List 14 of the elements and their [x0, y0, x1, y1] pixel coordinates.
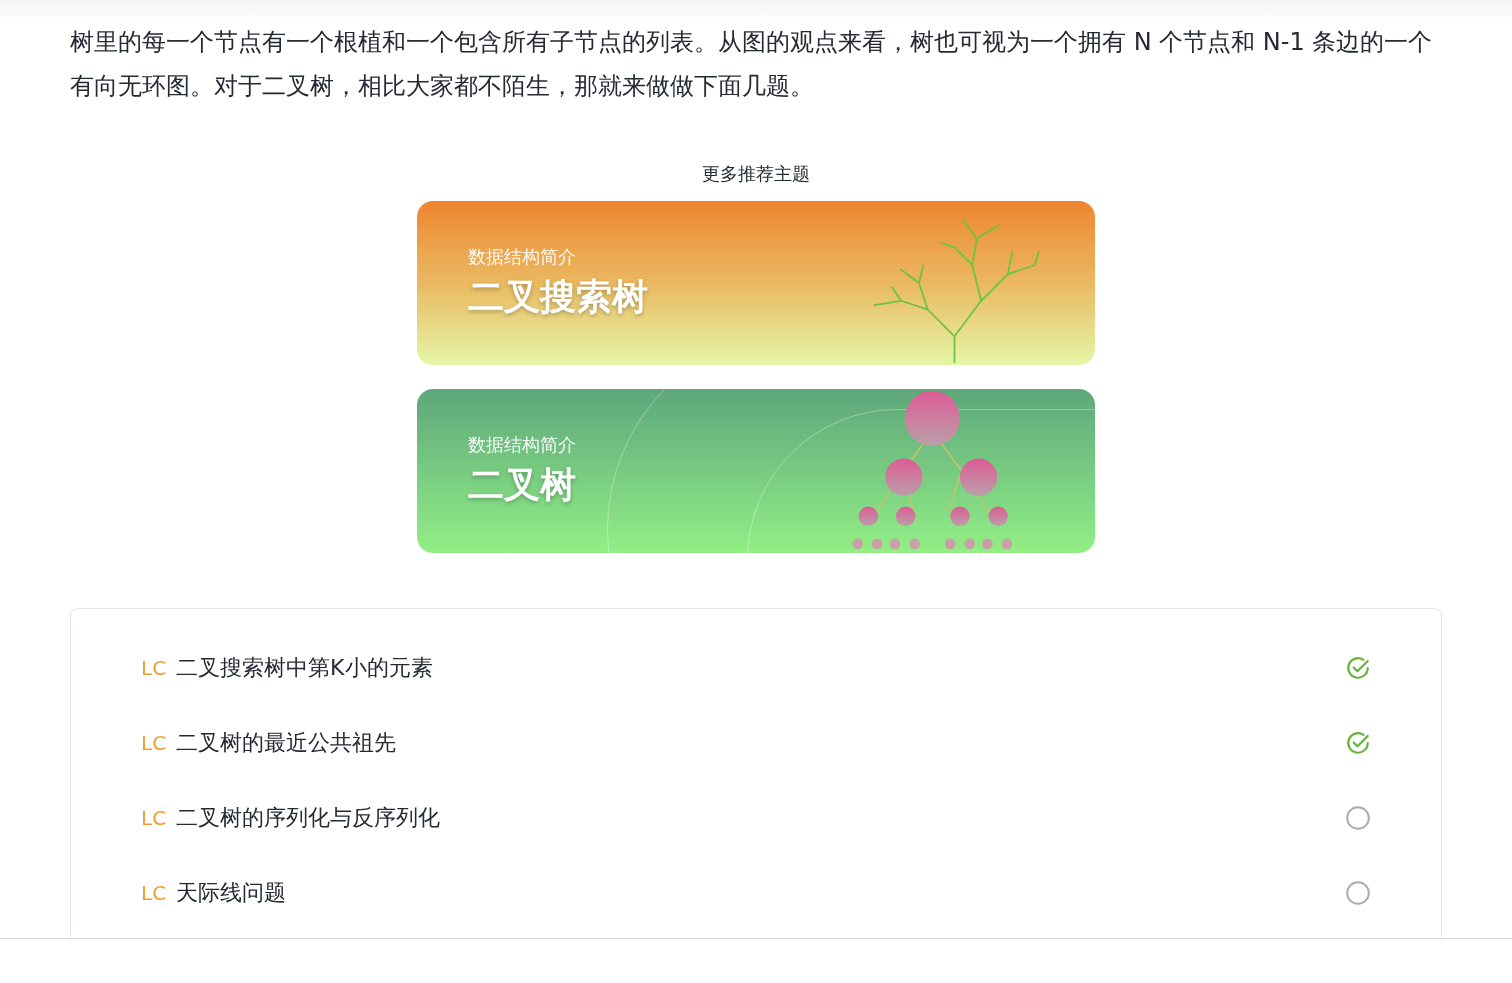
problem-link[interactable]: 二叉树的最近公共祖先	[176, 726, 397, 759]
intro-paragraph: 树里的每一个节点有一个根植和一个包含所有子节点的列表。从图的观点来看，树也可视为一个拥有 N 个节点和 N-1 条边的一个有向无环图。对于二叉树，相比大家都不陌生，那就来做做下面几题。	[70, 27, 1434, 102]
problem-link[interactable]: 天际线问题	[176, 876, 287, 909]
topics-heading: 更多推荐主题	[702, 162, 810, 186]
source-tag: LC	[141, 652, 167, 683]
banner-title: 二叉树	[468, 462, 577, 507]
source-tag: LC	[141, 727, 167, 758]
problem-link[interactable]: 二叉搜索树中第K小的元素	[176, 651, 433, 684]
banner-subtitle: 数据结构简介	[468, 432, 577, 457]
source-tag: LC	[141, 802, 167, 833]
problem-link[interactable]: 二叉树的序列化与反序列化	[176, 801, 441, 834]
banner-subtitle: 数据结构简介	[468, 244, 577, 269]
source-tag: LC	[141, 877, 167, 908]
banner-title: 二叉搜索树	[468, 274, 649, 319]
